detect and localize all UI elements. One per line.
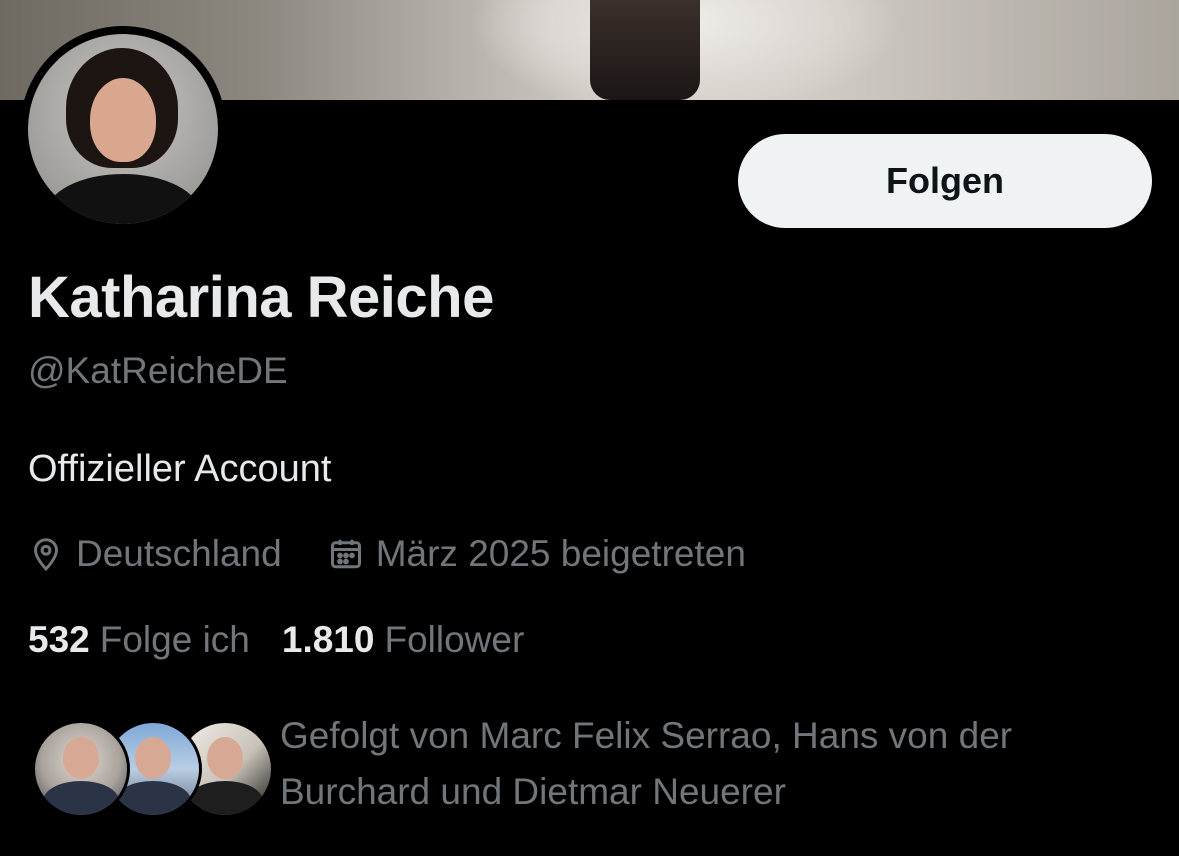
location-item: Deutschland <box>28 533 282 575</box>
profile-handle: @KatReicheDE <box>28 350 288 391</box>
followers-link[interactable]: 1.810 Follower <box>282 619 524 661</box>
followed-by-avatars[interactable] <box>32 720 274 818</box>
following-count: 532 <box>28 619 90 660</box>
profile-name: Katharina Reiche <box>28 265 494 330</box>
followed-by-text[interactable]: Gefolgt von Marc Felix Serrao, Hans von … <box>280 708 1140 820</box>
avatar-image <box>28 34 218 224</box>
location-pin-icon <box>33 538 59 572</box>
profile-stats: 532 Folge ich 1.810 Follower <box>28 616 524 664</box>
joined-text: März 2025 beigetreten <box>375 533 746 574</box>
follower-avatar <box>32 720 130 818</box>
followers-count: 1.810 <box>281 619 375 660</box>
followers-label: Follower <box>384 619 525 660</box>
calendar-icon <box>330 539 361 569</box>
following-label: Folge ich <box>99 619 250 660</box>
profile-meta: Deutschland März 2025 beigetreten <box>28 530 746 578</box>
following-link[interactable]: 532 Folge ich <box>28 619 250 661</box>
profile-avatar[interactable] <box>20 26 226 232</box>
joined-item: März 2025 beigetreten <box>328 533 746 575</box>
location-text: Deutschland <box>76 533 282 574</box>
banner-clothing <box>590 0 700 100</box>
profile-bio: Offizieller Account <box>28 448 332 490</box>
follow-button[interactable]: Folgen <box>738 134 1152 228</box>
